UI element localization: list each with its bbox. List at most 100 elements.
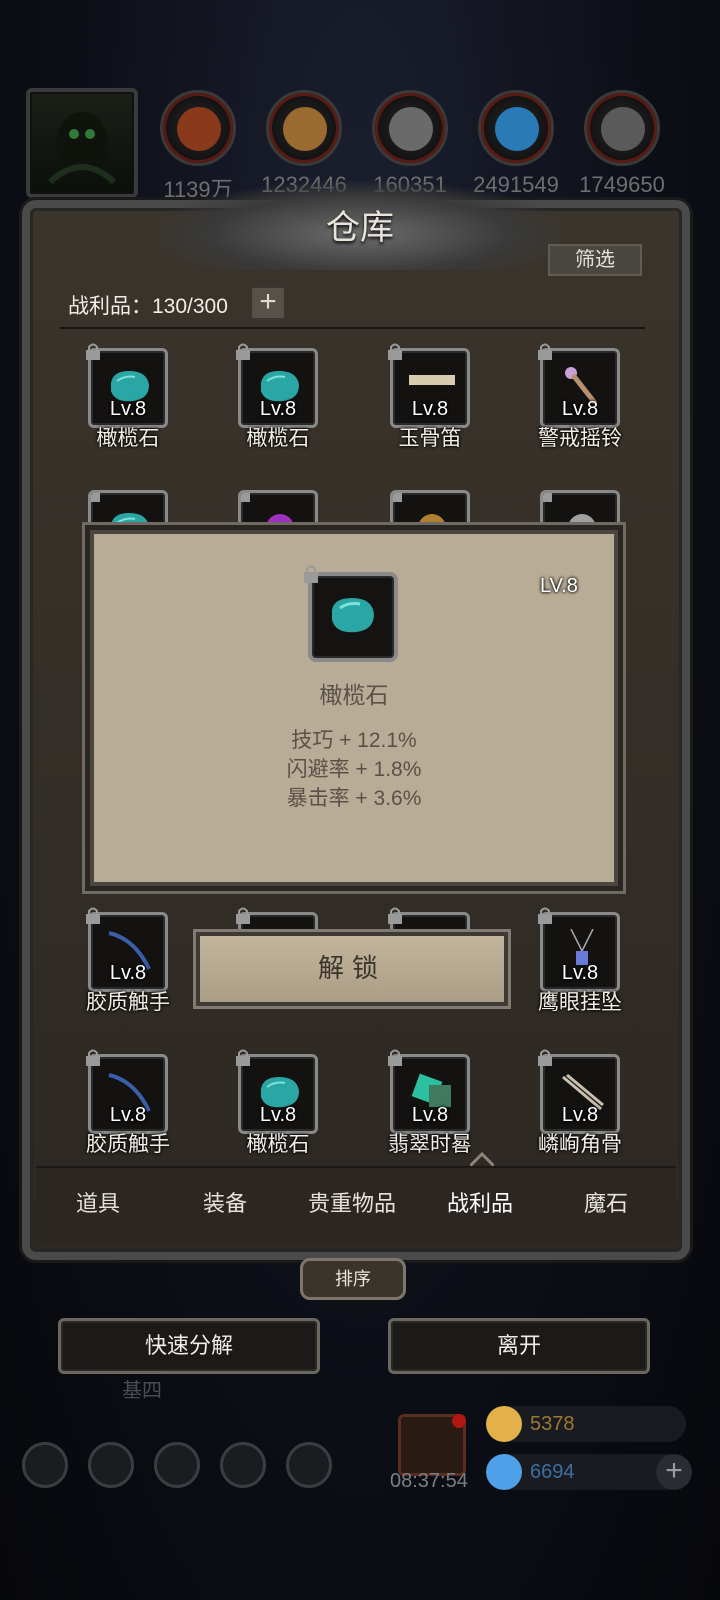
item-level: Lv.8 xyxy=(561,1104,599,1126)
item-level: Lv.8 xyxy=(109,398,147,420)
item-level: Lv.8 xyxy=(259,1104,297,1126)
lock-icon xyxy=(241,493,250,502)
iron-ingots-count: 1749650 xyxy=(579,172,665,197)
shield-icon[interactable] xyxy=(286,1442,332,1488)
tooltip-stat: 暴击率 + 3.6% xyxy=(286,787,422,810)
loot-slot[interactable]: Lv.8 xyxy=(538,343,620,428)
purple-gem-icon xyxy=(266,514,294,527)
gem-icon xyxy=(486,1454,522,1490)
lock-icon xyxy=(538,1049,552,1066)
iron-ingots-icon xyxy=(601,107,645,151)
loot-slot[interactable] xyxy=(540,490,620,530)
active-tab-indicator-icon xyxy=(470,1152,494,1166)
blue-crystal-resource-slot[interactable] xyxy=(478,90,554,166)
item-level: Lv.8 xyxy=(109,962,147,984)
lock-icon xyxy=(86,907,100,924)
star-badge-icon[interactable] xyxy=(88,1442,134,1488)
blue-crystal-icon xyxy=(495,107,539,151)
lock-icon xyxy=(388,343,402,360)
item-name: 橄榄石 xyxy=(246,1133,310,1156)
loot-slot[interactable] xyxy=(238,490,318,530)
expand-capacity-button[interactable]: + xyxy=(250,286,286,320)
item-name: 胶质触手 xyxy=(86,1133,170,1156)
tooltip-item-icon xyxy=(304,565,398,662)
loot-slot[interactable]: Lv.8 xyxy=(538,1049,620,1134)
wood-planks-resource-slot[interactable] xyxy=(266,90,342,166)
copper-ore-resource-slot[interactable] xyxy=(160,90,236,166)
lock-icon xyxy=(388,907,402,924)
lantern-icon xyxy=(418,514,446,527)
tab-valuables[interactable]: 贵重物品 xyxy=(292,1186,412,1218)
loot-slot[interactable]: Lv.8 xyxy=(236,1049,318,1134)
lock-icon xyxy=(393,493,402,502)
tab-items[interactable]: 道具 xyxy=(38,1186,158,1218)
settings-gear-icon[interactable] xyxy=(22,1442,68,1488)
item-level: Lv.8 xyxy=(561,398,599,420)
quick-decompose-button[interactable]: 快速分解 xyxy=(58,1318,320,1374)
loot-slot[interactable] xyxy=(390,490,470,530)
hero-silhouette-icon xyxy=(47,112,117,185)
item-name: 嶙峋角骨 xyxy=(538,1133,622,1156)
iron-ingots-resource-slot[interactable] xyxy=(584,90,660,166)
loot-slot[interactable]: Lv.8 xyxy=(86,343,168,428)
lock-icon xyxy=(543,493,552,502)
page-title: 仓库 xyxy=(326,208,394,248)
olivine-icon xyxy=(111,513,149,527)
loot-slot[interactable]: Lv.8 xyxy=(388,1049,470,1134)
item-name: 鹰眼挂坠 xyxy=(538,991,622,1014)
tab-loot[interactable]: 战利品 xyxy=(420,1186,540,1218)
hero-portrait[interactable] xyxy=(26,88,138,198)
item-level: Lv.8 xyxy=(561,962,599,984)
wood-planks-icon xyxy=(283,107,327,151)
tab-magic-stones[interactable]: 魔石 xyxy=(546,1186,666,1218)
background-label: 基四 xyxy=(122,1380,162,1402)
item-name: 橄榄石 xyxy=(246,427,310,450)
capacity-label: 战利品：130/300 xyxy=(68,295,228,318)
loot-slot[interactable]: Lv.8 xyxy=(86,1049,168,1134)
item-name: 警戒摇铃 xyxy=(538,427,622,450)
filter-button[interactable]: 筛选 xyxy=(548,244,642,276)
tooltip-stat: 闪避率 + 1.8% xyxy=(286,758,422,781)
item-name: 玉骨笛 xyxy=(398,427,462,450)
gem-amount: 6694 xyxy=(530,1461,575,1483)
tooltip-level: LV.8 xyxy=(540,575,578,597)
item-name: 胶质触手 xyxy=(86,991,170,1014)
gold-currency-bar: 5378 xyxy=(486,1406,686,1442)
item-level: Lv.8 xyxy=(109,1104,147,1126)
olivine-icon xyxy=(332,598,374,633)
item-level: Lv.8 xyxy=(411,1104,449,1126)
add-currency-button[interactable]: + xyxy=(656,1454,692,1490)
lock-icon xyxy=(236,907,250,924)
lock-icon xyxy=(236,343,250,360)
lock-icon xyxy=(304,565,318,583)
loot-slot[interactable]: Lv.8 xyxy=(538,907,620,992)
loot-slot[interactable]: Lv.8 xyxy=(236,343,318,428)
tab-equipment[interactable]: 装备 xyxy=(165,1186,285,1218)
loot-slot[interactable]: Lv.8 xyxy=(388,343,470,428)
stone-blocks-resource-slot[interactable] xyxy=(372,90,448,166)
lock-icon xyxy=(91,493,100,502)
gold-coin-icon xyxy=(486,1406,522,1442)
notification-dot xyxy=(452,1414,466,1428)
lock-icon xyxy=(236,1049,250,1066)
item-level: Lv.8 xyxy=(411,398,449,420)
leave-button[interactable]: 离开 xyxy=(388,1318,650,1374)
lock-icon xyxy=(86,1049,100,1066)
mail-icon[interactable] xyxy=(220,1442,266,1488)
loot-slot[interactable] xyxy=(88,490,168,530)
copper-ore-icon xyxy=(177,107,221,151)
castle-icon[interactable] xyxy=(154,1442,200,1488)
event-timer: 08:37:54 xyxy=(390,1470,468,1492)
loot-slot[interactable]: Lv.8 xyxy=(86,907,168,992)
unlock-button[interactable]: 解锁 xyxy=(196,932,508,1006)
divider xyxy=(60,327,645,329)
tooltip-item-name: 橄榄石 xyxy=(319,682,389,708)
lock-icon xyxy=(86,343,100,360)
sort-button[interactable]: 排序 xyxy=(300,1258,406,1300)
necklace-icon xyxy=(568,514,596,527)
item-level: Lv.8 xyxy=(259,398,297,420)
item-name: 橄榄石 xyxy=(96,427,160,450)
gold-amount: 5378 xyxy=(530,1413,575,1435)
tooltip-stat: 技巧 + 12.1% xyxy=(291,729,417,752)
lock-icon xyxy=(538,907,552,924)
